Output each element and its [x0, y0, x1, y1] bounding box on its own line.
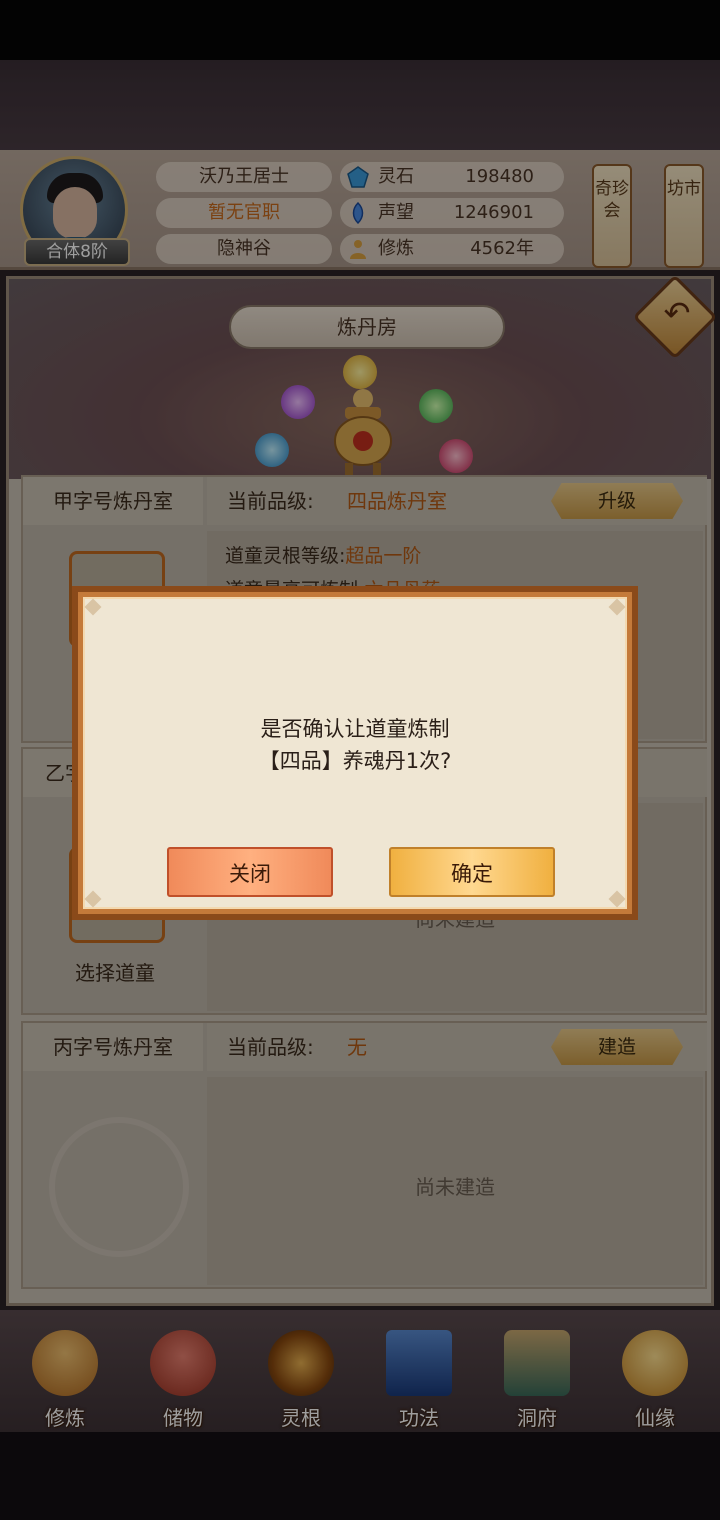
confirm-button[interactable]: 确定 [389, 847, 555, 897]
dialog-corner-ornament [608, 890, 626, 908]
dialog-corner-ornament [608, 598, 626, 616]
confirm-dialog: 是否确认让道童炼制 【四品】养魂丹1次? 关闭 确定 [78, 592, 632, 914]
game-screen: 合体8阶 沃乃王居士 暂无官职 隐神谷 灵石 198480 声望 1246901… [0, 0, 720, 1520]
close-button[interactable]: 关闭 [167, 847, 333, 897]
dialog-message-line2: 【四品】养魂丹1次? [258, 749, 452, 773]
dialog-message-line1: 是否确认让道童炼制 [260, 717, 450, 741]
dialog-corner-ornament [84, 890, 102, 908]
dialog-corner-ornament [84, 598, 102, 616]
